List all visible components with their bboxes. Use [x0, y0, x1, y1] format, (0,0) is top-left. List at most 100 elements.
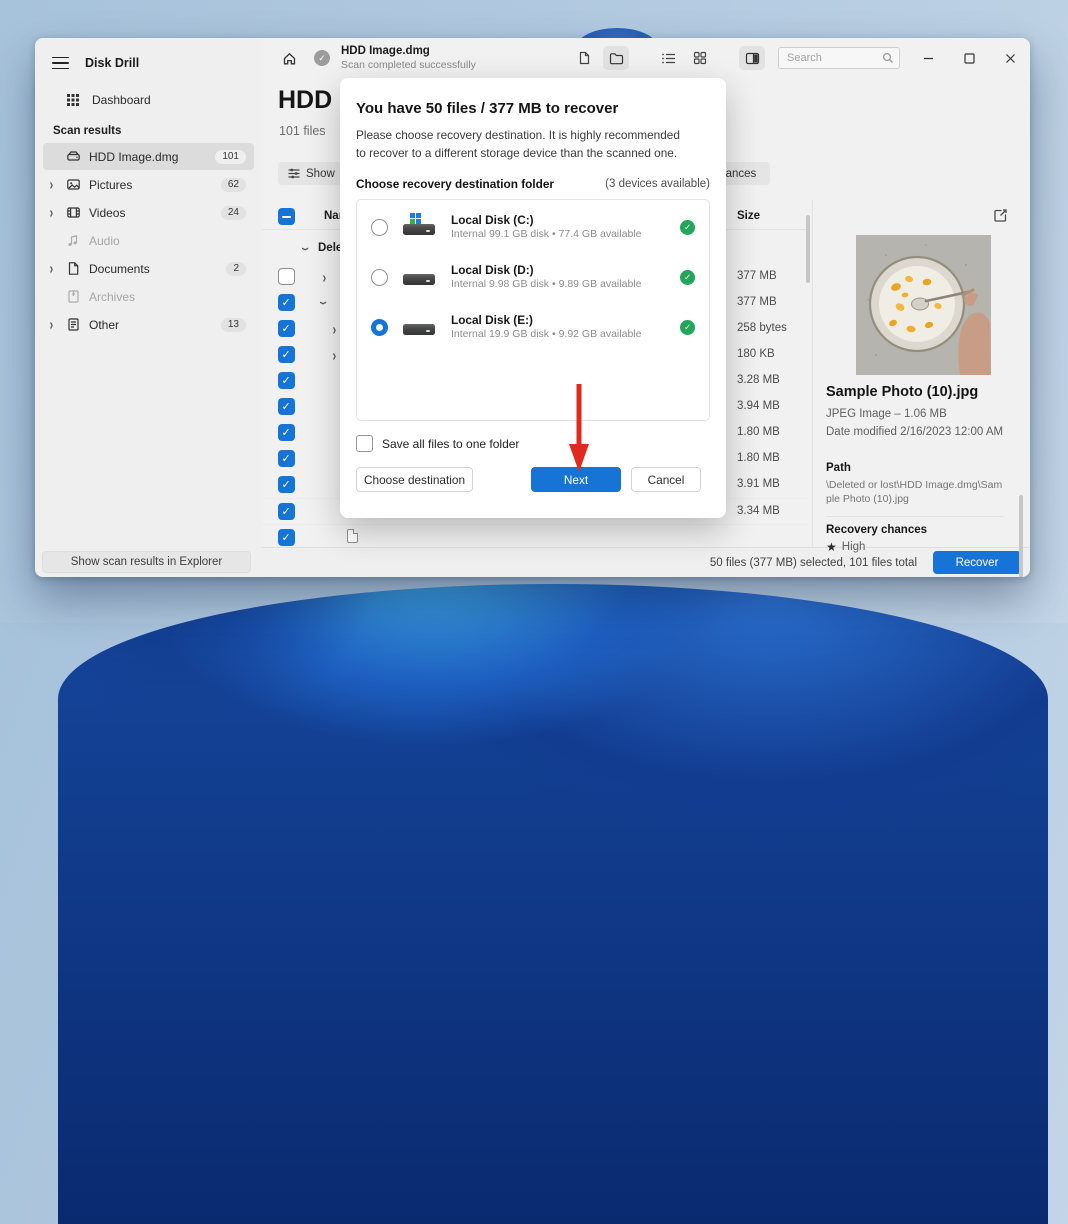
- chevron-right-icon[interactable]: [49, 260, 53, 275]
- drive-icon: [66, 149, 86, 164]
- topbar-title: HDD Image.dmg: [341, 45, 430, 58]
- menu-icon[interactable]: [52, 56, 69, 70]
- device-row-d[interactable]: Local Disk (D:) Internal 9.98 GB disk • …: [357, 252, 709, 302]
- chevron-right-icon[interactable]: [49, 176, 53, 191]
- disk-drill-window: Disk Drill Dashboard Scan results HDD Im…: [35, 38, 1030, 577]
- destination-folder-label: Choose recovery destination folder: [356, 177, 554, 192]
- maximize-button[interactable]: [961, 46, 977, 70]
- sidebar-item-archives: Archives: [43, 283, 254, 310]
- other-files-icon: [66, 317, 86, 332]
- preview-filename: Sample Photo (10).jpg: [826, 384, 979, 400]
- row-checkbox[interactable]: [278, 372, 295, 389]
- row-checkbox[interactable]: [278, 320, 295, 337]
- cancel-button[interactable]: Cancel: [631, 467, 701, 493]
- count-badge: 62: [220, 177, 246, 192]
- dashboard-icon: [66, 93, 86, 107]
- device-name: Local Disk (E:): [451, 312, 533, 327]
- search-field-container: [778, 47, 900, 69]
- chevron-down-icon[interactable]: [299, 247, 314, 251]
- grid-view-button[interactable]: [687, 46, 713, 70]
- show-in-explorer-button[interactable]: Show scan results in Explorer: [42, 551, 251, 573]
- sidebar-item-documents[interactable]: Documents 2: [43, 255, 254, 282]
- preview-scrollbar[interactable]: [1019, 495, 1023, 577]
- preview-panel-toggle-button[interactable]: [739, 46, 765, 70]
- row-checkbox[interactable]: [278, 503, 295, 520]
- preview-date-modified: Date modified 2/16/2023 12:00 AM: [826, 426, 1004, 438]
- home-button[interactable]: [276, 46, 302, 70]
- recover-button[interactable]: Recover: [933, 551, 1021, 574]
- file-icon: [347, 529, 358, 543]
- scan-results-section-label: Scan results: [53, 125, 122, 137]
- archives-icon: [66, 289, 86, 304]
- count-badge: 101: [215, 149, 246, 164]
- dialog-description: Please choose recovery destination. It i…: [356, 128, 680, 160]
- documents-icon: [66, 261, 86, 276]
- chevron-right-icon[interactable]: [332, 321, 336, 336]
- size-column-header[interactable]: Size: [737, 210, 760, 222]
- sidebar-item-videos[interactable]: Videos 24: [43, 199, 254, 226]
- sidebar-item-dashboard[interactable]: Dashboard: [43, 86, 254, 113]
- scan-complete-check-icon: [314, 50, 330, 66]
- sidebar-item-hdd-image[interactable]: HDD Image.dmg 101: [43, 143, 254, 170]
- preview-filetype: JPEG Image – 1.06 MB: [826, 408, 947, 420]
- row-checkbox[interactable]: [278, 294, 295, 311]
- pictures-icon: [66, 177, 86, 192]
- row-checkbox[interactable]: [278, 476, 295, 493]
- save-one-folder-option[interactable]: Save all files to one folder: [356, 435, 710, 453]
- show-filter-button[interactable]: Show: [278, 162, 345, 185]
- chevron-down-icon[interactable]: [317, 301, 332, 305]
- sidebar-item-label: Pictures: [89, 177, 133, 192]
- sidebar-item-label: Videos: [89, 205, 126, 220]
- chevron-right-icon[interactable]: [332, 347, 336, 362]
- preview-path-label: Path: [826, 462, 851, 474]
- row-checkbox[interactable]: [278, 424, 295, 441]
- radio-button[interactable]: [371, 268, 388, 286]
- device-details: Internal 19.9 GB disk • 9.92 GB availabl…: [451, 328, 642, 341]
- photo-preview-thumbnail[interactable]: [856, 235, 991, 375]
- windows-logo-icon: [410, 213, 421, 225]
- row-checkbox[interactable]: [278, 398, 295, 415]
- row-checkbox[interactable]: [278, 268, 295, 285]
- row-checkbox[interactable]: [278, 529, 295, 546]
- videos-icon: [66, 205, 86, 220]
- chevron-right-icon[interactable]: [49, 204, 53, 219]
- device-ok-check-icon: [680, 319, 695, 335]
- recovery-chances-label: Recovery chances: [826, 524, 928, 536]
- preview-panel: Sample Photo (10).jpg JPEG Image – 1.06 …: [812, 200, 1030, 577]
- device-row-e[interactable]: Local Disk (E:) Internal 19.9 GB disk • …: [357, 302, 709, 352]
- show-filter-label: Show: [306, 167, 335, 180]
- drive-icon: [402, 265, 438, 289]
- save-one-folder-checkbox[interactable]: [356, 435, 373, 453]
- radio-button-selected[interactable]: [371, 318, 388, 336]
- chevron-right-icon[interactable]: [49, 316, 53, 331]
- sidebar-item-other[interactable]: Other 13: [43, 311, 254, 338]
- row-checkbox[interactable]: [278, 346, 295, 363]
- system-drive-icon: [402, 213, 438, 239]
- minimize-button[interactable]: [920, 46, 936, 70]
- select-all-checkbox[interactable]: [278, 208, 295, 225]
- chevron-right-icon[interactable]: [322, 269, 326, 284]
- table-row-partial[interactable]: [262, 524, 808, 550]
- sidebar-item-pictures[interactable]: Pictures 62: [43, 171, 254, 198]
- count-badge: 24: [220, 205, 246, 220]
- file-count: 101 files: [279, 124, 326, 138]
- row-checkbox[interactable]: [278, 450, 295, 467]
- new-file-button[interactable]: [571, 46, 597, 70]
- audio-icon: [66, 233, 86, 248]
- close-button[interactable]: [1002, 46, 1018, 70]
- list-view-button[interactable]: [655, 46, 681, 70]
- device-row-c[interactable]: Local Disk (C:) Internal 99.1 GB disk • …: [357, 202, 709, 252]
- open-external-icon[interactable]: [993, 208, 1008, 223]
- radio-button[interactable]: [371, 218, 388, 236]
- device-ok-check-icon: [680, 219, 695, 235]
- drive-icon: [402, 315, 438, 339]
- sidebar: Disk Drill Dashboard Scan results HDD Im…: [35, 38, 262, 577]
- choose-destination-button[interactable]: Choose destination: [356, 467, 473, 493]
- next-button[interactable]: Next: [531, 467, 621, 493]
- sidebar-item-label: HDD Image.dmg: [89, 149, 179, 164]
- folder-view-button[interactable]: [603, 46, 629, 70]
- topbar-subtitle: Scan completed successfully: [341, 58, 476, 71]
- file-list-scrollbar[interactable]: [806, 215, 810, 283]
- device-name: Local Disk (C:): [451, 212, 534, 227]
- count-badge: 13: [220, 317, 246, 332]
